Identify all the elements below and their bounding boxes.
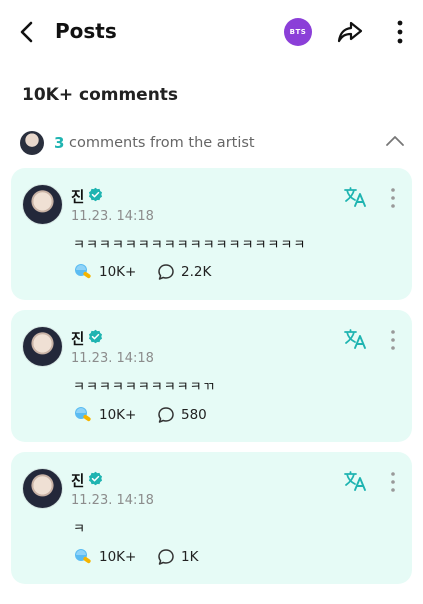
comment-reactions: 10K+ 580 [73,404,373,426]
reply-count: 2.2K [181,264,212,280]
reply-count: 1K [181,549,199,565]
more-vertical-icon [397,20,403,44]
comment-more-button[interactable] [387,471,399,493]
like-count: 10K+ [99,264,137,280]
share-button[interactable] [335,16,365,46]
comment-more-button[interactable] [387,329,399,351]
chevron-up-icon [386,136,404,146]
comment-reactions: 10K+ 2.2K [73,261,373,283]
top-bar: Posts BTS [0,0,423,64]
comment-text: ㅋㅋㅋㅋㅋㅋㅋㅋㅋㅋㄲ [73,380,216,395]
comment-card: 진 11.23. 14:18 ㅋㅋㅋㅋㅋㅋㅋㅋㅋㅋㅋㅋㅋㅋㅋㅋㅋㅋ 10K+ 2… [11,168,412,300]
more-options-button[interactable] [390,18,410,46]
back-button[interactable] [14,18,40,46]
comment-text: ㅋ [73,522,86,537]
artist-comments-toggle[interactable]: 3 comments from the artist [20,131,410,157]
artist-comments-label: comments from the artist [69,135,255,151]
verified-badge-icon [88,187,103,202]
commenter-name[interactable]: 진 [71,328,84,349]
reply-button[interactable]: 1K [157,546,198,568]
avatar[interactable] [22,184,63,225]
comment-timestamp: 11.23. 14:18 [71,351,154,366]
more-vertical-icon [391,330,395,350]
like-button[interactable]: 10K+ [73,261,136,283]
like-count: 10K+ [99,407,137,423]
translate-button[interactable] [343,327,367,351]
translate-icon [344,471,366,491]
comments-count: 10K+ comments [22,85,179,105]
translate-icon [344,329,366,349]
translate-button[interactable] [343,185,367,209]
verified-badge-icon [88,329,103,344]
speech-bubble-icon [158,407,174,423]
comment-timestamp: 11.23. 14:18 [71,209,154,224]
comment-timestamp: 11.23. 14:18 [71,493,154,508]
chevron-left-icon [20,21,33,43]
avatar[interactable] [22,468,63,509]
lightstick-like-icon [75,264,91,279]
group-badge-button[interactable]: BTS [284,18,312,46]
artist-comments-count: 3 [54,134,65,152]
verified-badge-icon [88,471,103,486]
speech-bubble-icon [158,549,174,565]
more-vertical-icon [391,188,395,208]
comment-reactions: 10K+ 1K [73,546,373,568]
reply-button[interactable]: 580 [157,404,207,426]
page-title: Posts [55,19,117,43]
comment-text: ㅋㅋㅋㅋㅋㅋㅋㅋㅋㅋㅋㅋㅋㅋㅋㅋㅋㅋ [73,238,307,253]
reply-count: 580 [181,407,207,423]
speech-bubble-icon [158,264,174,280]
like-button[interactable]: 10K+ [73,546,136,568]
artist-avatar [20,131,44,155]
like-button[interactable]: 10K+ [73,404,136,426]
comment-more-button[interactable] [387,187,399,209]
more-vertical-icon [391,472,395,492]
reply-button[interactable]: 2.2K [157,261,211,283]
comment-card: 진 11.23. 14:18 ㅋ 10K+ 1K [11,452,412,584]
like-count: 10K+ [99,549,137,565]
translate-button[interactable] [343,469,367,493]
avatar[interactable] [22,326,63,367]
lightstick-like-icon [75,407,91,422]
lightstick-like-icon [75,549,91,564]
share-arrow-icon [337,21,363,43]
commenter-name[interactable]: 진 [71,186,84,207]
translate-icon [344,187,366,207]
comment-card: 진 11.23. 14:18 ㅋㅋㅋㅋㅋㅋㅋㅋㅋㅋㄲ 10K+ 580 [11,310,412,442]
commenter-name[interactable]: 진 [71,470,84,491]
